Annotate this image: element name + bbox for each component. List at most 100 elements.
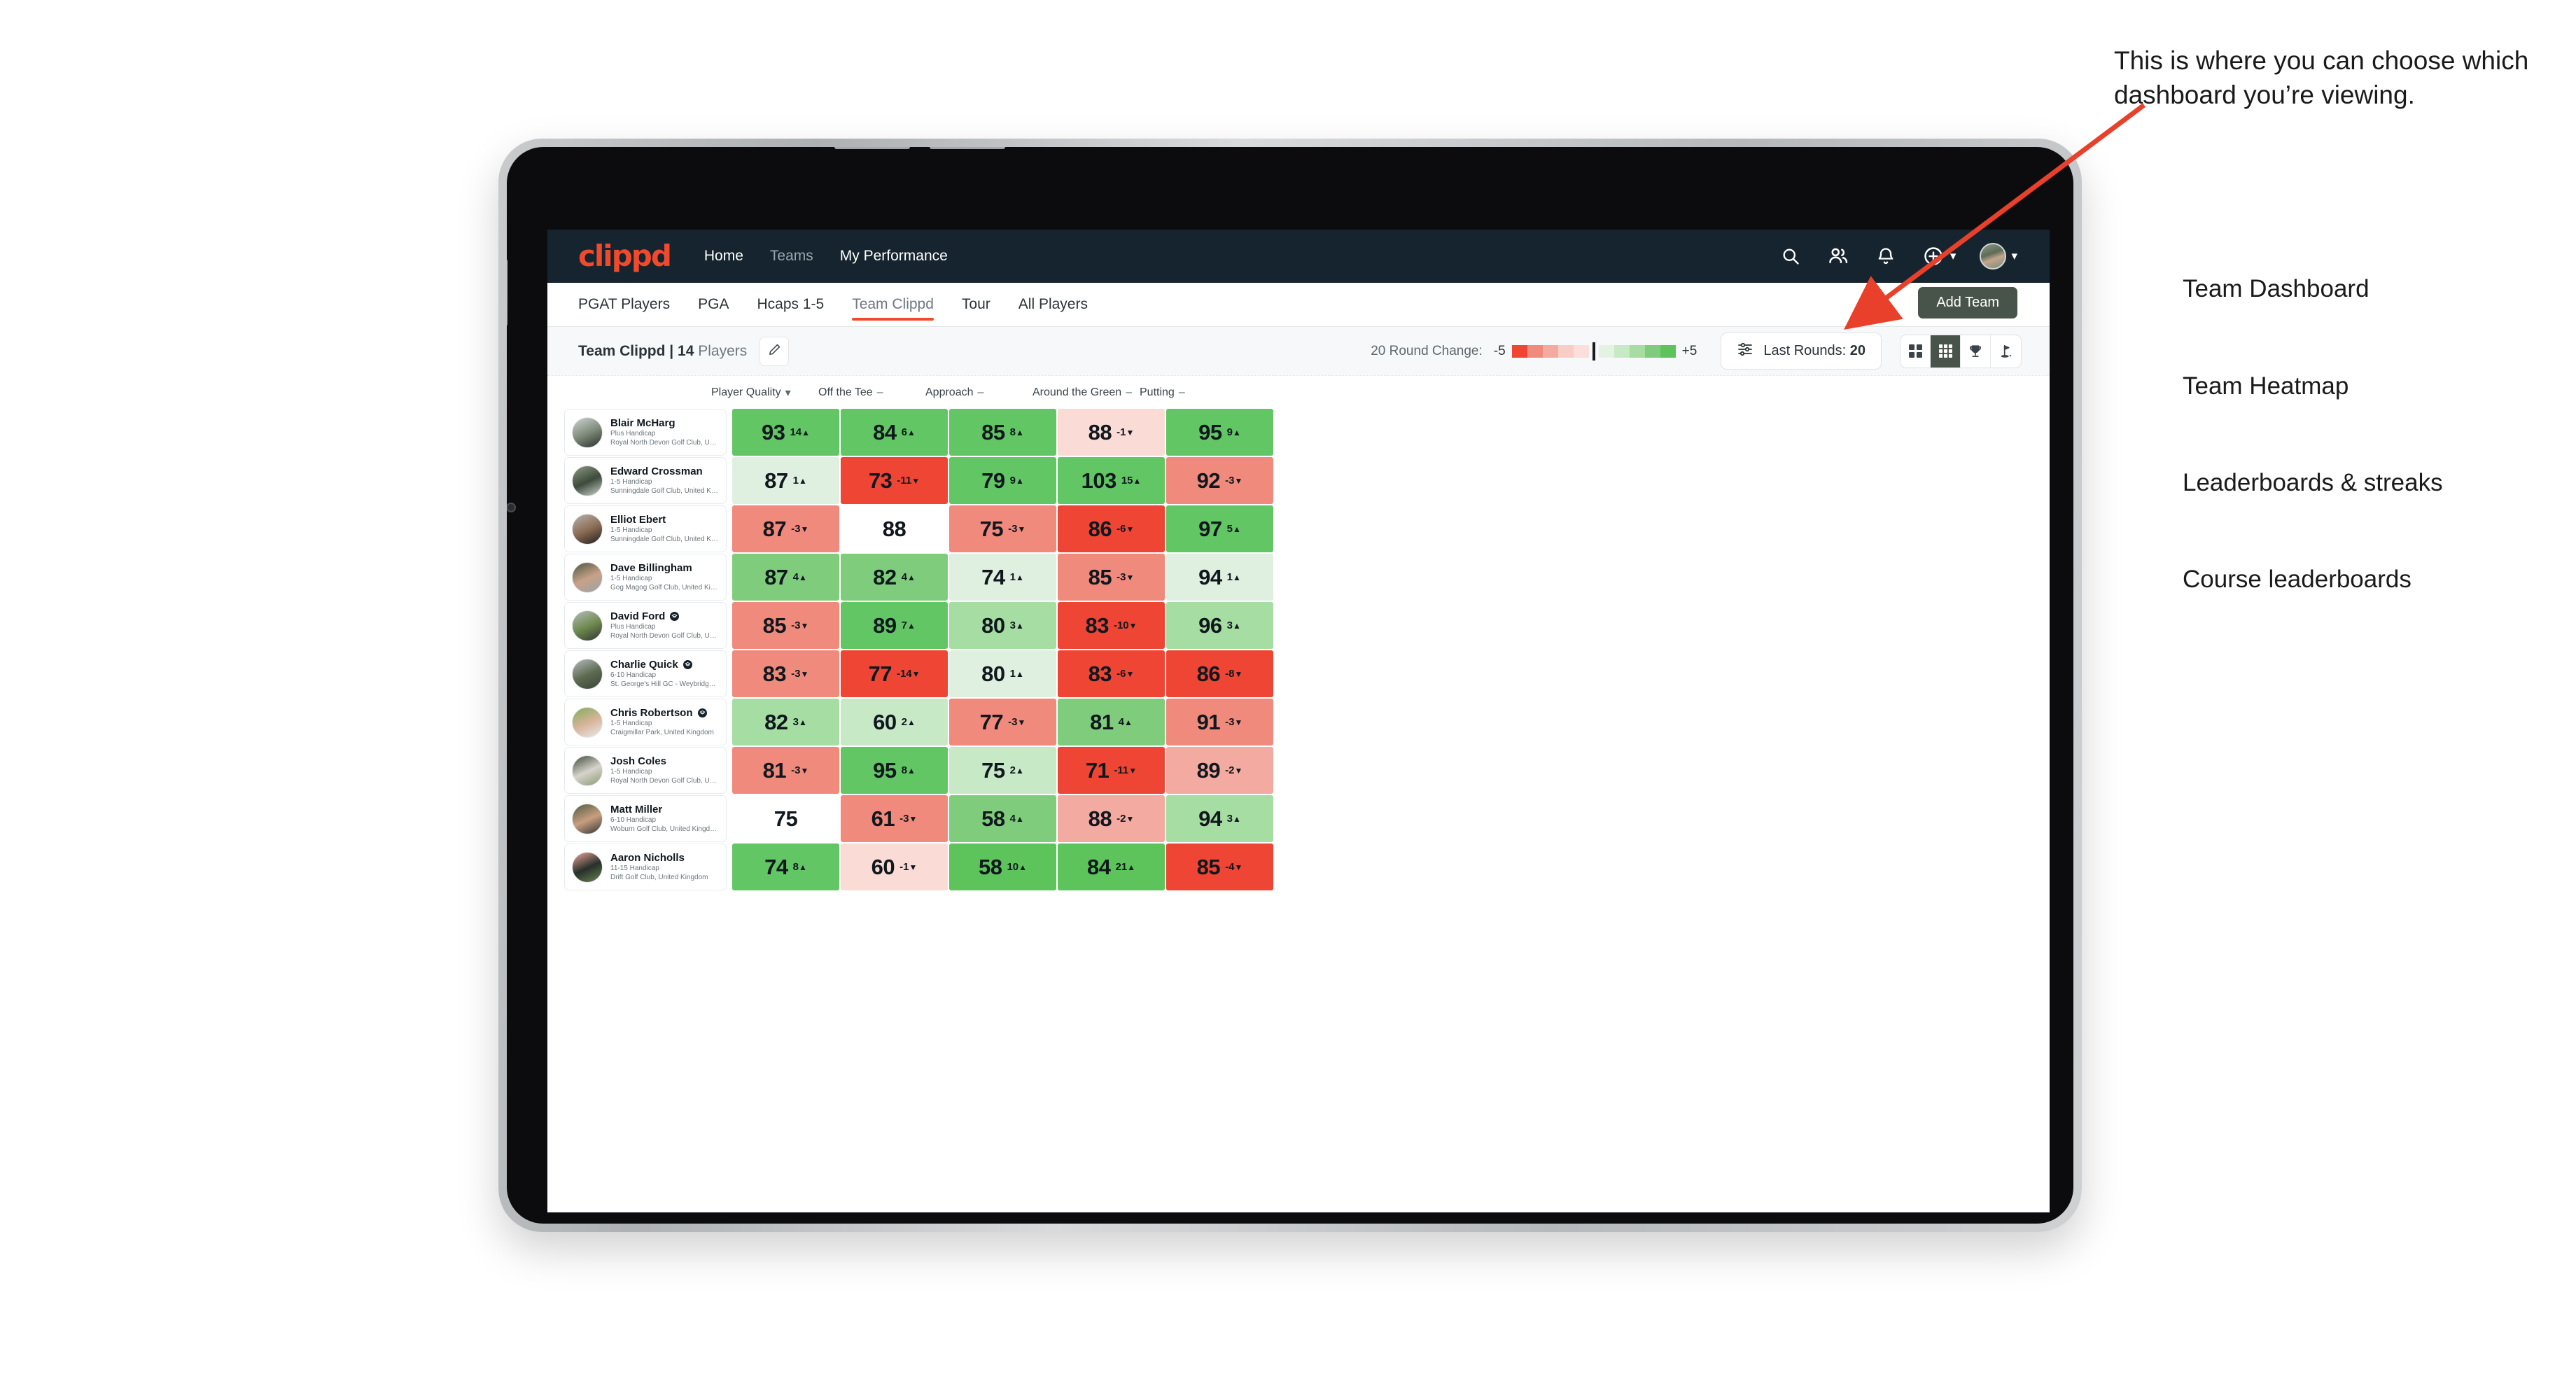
view-toggle-team-dashboard[interactable] [1900, 335, 1931, 368]
table-row: Charlie Quick 6-10 Handicap St. George's H… [547, 650, 2050, 699]
view-toggle-leaderboards-streaks[interactable] [1961, 335, 1991, 368]
heatmap-cell[interactable]: 88 [841, 505, 948, 552]
heatmap-cell[interactable]: 87 4▲ [732, 554, 839, 601]
player-card[interactable]: Charlie Quick 6-10 Handicap St. George's H… [564, 650, 727, 697]
heatmap-cell[interactable]: 58 10▲ [949, 844, 1056, 890]
heatmap-cell[interactable]: 94 1▲ [1166, 554, 1273, 601]
heatmap-cell[interactable]: 82 3▲ [732, 699, 839, 746]
tab-all-players[interactable]: All Players [1018, 283, 1088, 326]
heatmap-cell[interactable]: 88 -2▼ [1058, 795, 1165, 842]
heatmap-cell[interactable]: 94 3▲ [1166, 795, 1273, 842]
heatmap-cell[interactable]: 84 6▲ [841, 409, 948, 456]
heatmap-cell[interactable]: 71 -11▼ [1058, 747, 1165, 794]
heatmap-cell-value: 83 [1085, 612, 1109, 638]
team-player-count: 14 [678, 342, 694, 359]
tab-tour[interactable]: Tour [962, 283, 990, 326]
nav-link-home[interactable]: Home [704, 248, 743, 265]
heatmap-cell[interactable]: 85 -3▼ [732, 602, 839, 649]
heatmap-cell-delta: 1▲ [1227, 571, 1241, 583]
heatmap-cell[interactable]: 96 3▲ [1166, 602, 1273, 649]
volume-down-button[interactable] [930, 147, 1005, 149]
heatmap-cell[interactable]: 79 9▲ [949, 457, 1056, 504]
trend-down-icon: ▼ [1234, 766, 1243, 776]
tab-pgat-players[interactable]: PGAT Players [578, 283, 670, 326]
heatmap-cell[interactable]: 73 -11▼ [841, 457, 948, 504]
heatmap-cell[interactable]: 58 4▲ [949, 795, 1056, 842]
heatmap-cell-delta-value: 4 [1009, 813, 1016, 825]
heatmap-cell[interactable]: 81 -3▼ [732, 747, 839, 794]
heatmap-cell[interactable]: 95 9▲ [1166, 409, 1273, 456]
heatmap-cell[interactable]: 60 -1▼ [841, 844, 948, 890]
edit-team-button[interactable] [760, 336, 790, 366]
volume-up-button[interactable] [834, 147, 910, 149]
heatmap-cell[interactable]: 83 -6▼ [1058, 650, 1165, 697]
heatmap-cell[interactable]: 75 -3▼ [949, 505, 1056, 552]
heatmap-cell[interactable]: 89 -2▼ [1166, 747, 1273, 794]
view-toggle-team-heatmap[interactable] [1931, 335, 1961, 368]
heatmap-cell-delta-value: -2 [1116, 813, 1126, 825]
heatmap-cell[interactable]: 92 -3▼ [1166, 457, 1273, 504]
tab-team-clippd[interactable]: Team Clippd [852, 283, 934, 326]
player-card[interactable]: Elliot Ebert 1-5 Handicap Sunningdale Golf… [564, 505, 727, 552]
heatmap-cell[interactable]: 86 -6▼ [1058, 505, 1165, 552]
player-card[interactable]: David Ford Plus Handicap Royal North Devon… [564, 602, 727, 649]
annotation-arrow [1843, 103, 2146, 330]
player-handicap: 1-5 Handicap [610, 575, 652, 583]
heatmap-cell[interactable]: 85 -4▼ [1166, 844, 1273, 890]
last-rounds-filter-button[interactable]: Last Rounds: 20 [1721, 332, 1882, 370]
heatmap-cell[interactable]: 93 14▲ [732, 409, 839, 456]
heatmap-cell[interactable]: 88 -1▼ [1058, 409, 1165, 456]
player-card[interactable]: Matt Miller 6-10 Handicap Woburn Golf Club… [564, 795, 727, 842]
heatmap-cell[interactable]: 77 -14▼ [841, 650, 948, 697]
nav-link-teams[interactable]: Teams [770, 248, 813, 265]
search-icon[interactable] [1779, 244, 1802, 268]
heatmap-cell[interactable]: 85 -3▼ [1058, 554, 1165, 601]
heatmap-cell[interactable]: 97 5▲ [1166, 505, 1273, 552]
heatmap-cell[interactable]: 89 7▲ [841, 602, 948, 649]
heatmap-cell[interactable]: 77 -3▼ [949, 699, 1056, 746]
heatmap-cell[interactable]: 87 -3▼ [732, 505, 839, 552]
column-header-approach[interactable]: Approach – [924, 386, 1031, 399]
heatmap-cell[interactable]: 61 -3▼ [841, 795, 948, 842]
heatmap-cell[interactable]: 80 1▲ [949, 650, 1056, 697]
column-header-putting[interactable]: Putting – [1138, 386, 1245, 399]
view-toggle-course-leaderboards[interactable] [1991, 335, 2021, 368]
heatmap-cell[interactable]: 82 4▲ [841, 554, 948, 601]
player-name-text: David Ford [610, 610, 666, 622]
tab-pga[interactable]: PGA [698, 283, 729, 326]
heatmap-cell[interactable]: 91 -3▼ [1166, 699, 1273, 746]
heatmap-cell[interactable]: 83 -3▼ [732, 650, 839, 697]
heatmap-cell[interactable]: 74 1▲ [949, 554, 1056, 601]
heatmap-cell[interactable]: 85 8▲ [949, 409, 1056, 456]
player-avatar [572, 706, 603, 738]
heatmap-cell[interactable]: 75 2▲ [949, 747, 1056, 794]
heatmap-cell[interactable]: 80 3▲ [949, 602, 1056, 649]
heatmap-cell[interactable]: 84 21▲ [1058, 844, 1165, 890]
player-info: Charlie Quick 6-10 Handicap St. George's H… [610, 659, 719, 689]
player-card[interactable]: Blair McHarg Plus Handicap Royal North Dev… [564, 409, 727, 456]
player-card[interactable]: Dave Billingham 1-5 Handicap Gog Magog Gol… [564, 554, 727, 601]
heatmap-cell[interactable]: 86 -8▼ [1166, 650, 1273, 697]
player-card[interactable]: Edward Crossman 1-5 Handicap Sunningdale G… [564, 457, 727, 504]
dash-icon: – [1178, 386, 1185, 398]
column-header-around-the-green[interactable]: Around the Green – [1031, 386, 1138, 399]
heatmap-cell[interactable]: 95 8▲ [841, 747, 948, 794]
trend-down-icon: ▼ [1017, 524, 1026, 534]
player-card[interactable]: Josh Coles 1-5 Handicap Royal North Devon … [564, 747, 727, 794]
heatmap-cell[interactable]: 74 8▲ [732, 844, 839, 890]
heatmap-cell[interactable]: 83 -10▼ [1058, 602, 1165, 649]
heatmap-cell-delta: 2▲ [1010, 764, 1024, 776]
heatmap-cell[interactable]: 87 1▲ [732, 457, 839, 504]
heatmap-cell[interactable]: 60 2▲ [841, 699, 948, 746]
heatmap-cell[interactable]: 75 [732, 795, 839, 842]
heatmap-cell[interactable]: 103 15▲ [1058, 457, 1165, 504]
nav-link-my-performance[interactable]: My Performance [840, 248, 948, 265]
player-card[interactable]: Aaron Nicholls 11-15 Handicap Drift Golf C… [564, 844, 727, 890]
tab-hcaps-1-5[interactable]: Hcaps 1-5 [757, 283, 824, 326]
column-header-off-the-tee[interactable]: Off the Tee – [817, 386, 924, 399]
heatmap-cell[interactable]: 81 4▲ [1058, 699, 1165, 746]
clippd-logo[interactable]: clippd [578, 241, 672, 271]
player-card[interactable]: Chris Robertson 1-5 Handicap Craigmillar P… [564, 699, 727, 746]
column-header-player-quality[interactable]: Player Quality ▾ [710, 386, 817, 400]
heatmap-cell-delta: -3▼ [791, 523, 808, 535]
